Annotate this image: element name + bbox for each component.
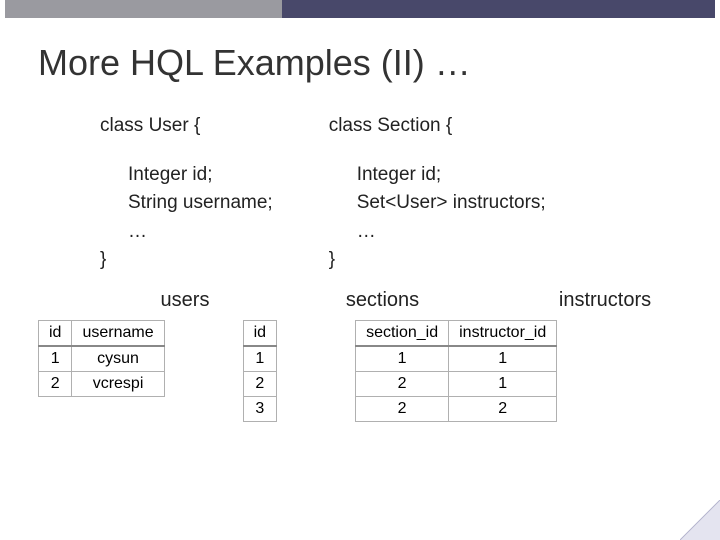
table-title-instructors: instructors (505, 289, 705, 312)
class-close: } (100, 246, 273, 275)
table-row: 2 2 (356, 396, 557, 421)
class-decl: class User { (100, 112, 273, 141)
class-user: class User { Integer id; String username… (100, 112, 273, 275)
table-row: 2 (243, 371, 276, 396)
col-header: section_id (356, 320, 449, 346)
page-curl-icon (680, 500, 720, 540)
top-color-band (5, 0, 715, 18)
users-table: id username 1 cysun 2 vcrespi (38, 320, 165, 397)
table-row: 1 (243, 346, 276, 372)
table-titles-row: users sections instructors (100, 289, 720, 312)
class-definitions: class User { Integer id; String username… (100, 112, 720, 275)
class-field: Set<User> instructors; (357, 189, 546, 218)
instructors-table: section_id instructor_id 1 1 2 1 2 2 (355, 320, 557, 422)
class-close: } (329, 246, 546, 275)
class-section: class Section { Integer id; Set<User> in… (329, 112, 546, 275)
table-title-users: users (100, 289, 270, 312)
table-row: 1 cysun (39, 346, 165, 372)
table-row: 1 1 (356, 346, 557, 372)
table-row: 3 (243, 396, 276, 421)
class-ellipsis: … (128, 218, 273, 247)
class-field: String username; (128, 189, 273, 218)
col-header: id (243, 320, 276, 346)
table-title-sections: sections (330, 289, 435, 312)
class-decl: class Section { (329, 112, 546, 141)
class-ellipsis: … (357, 218, 546, 247)
class-field: Integer id; (128, 161, 273, 190)
class-field: Integer id; (357, 161, 546, 190)
table-row: 2 vcrespi (39, 371, 165, 396)
col-header: id (39, 320, 72, 346)
col-header: instructor_id (449, 320, 557, 346)
table-row: 2 1 (356, 371, 557, 396)
col-header: username (72, 320, 164, 346)
sections-table: id 1 2 3 (243, 320, 277, 422)
tables-row: id username 1 cysun 2 vcrespi id 1 2 3 s… (38, 320, 720, 422)
slide-title: More HQL Examples (II) … (38, 42, 720, 84)
